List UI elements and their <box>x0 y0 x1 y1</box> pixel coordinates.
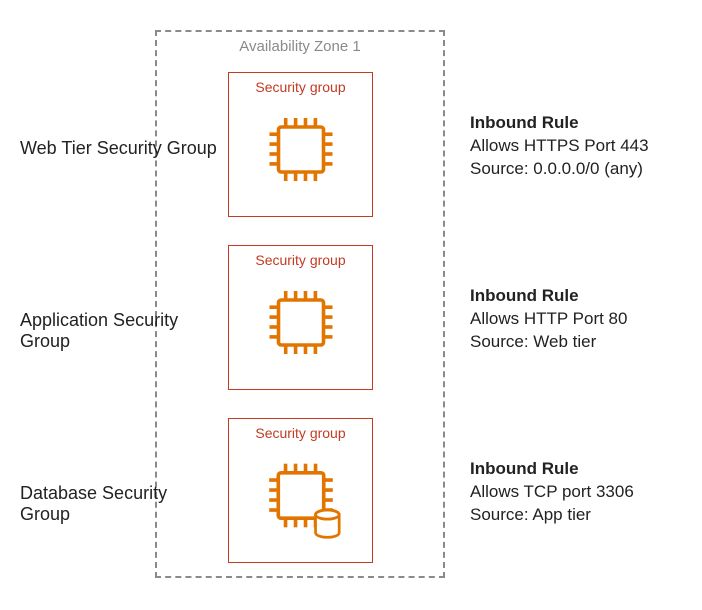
rule-allows: Allows HTTPS Port 443 <box>470 135 690 158</box>
rule-source: Source: Web tier <box>470 331 690 354</box>
tier-label-app: Application Security Group <box>20 310 220 352</box>
rule-source: Source: App tier <box>470 504 690 527</box>
inbound-rule-db: Inbound Rule Allows TCP port 3306 Source… <box>470 458 690 527</box>
availability-zone-label: Availability Zone 1 <box>157 38 443 55</box>
tier-label-db: Database Security Group <box>20 483 220 525</box>
security-group-box-db: Security group <box>228 418 373 563</box>
diagram-root: Availability Zone 1 Web Tier Security Gr… <box>0 0 702 610</box>
security-group-caption: Security group <box>229 79 372 95</box>
cpu-chip-icon <box>256 277 346 372</box>
security-group-box-web: Security group <box>228 72 373 217</box>
tier-label-web: Web Tier Security Group <box>20 138 220 159</box>
rule-heading: Inbound Rule <box>470 458 690 481</box>
rule-heading: Inbound Rule <box>470 285 690 308</box>
rule-allows: Allows TCP port 3306 <box>470 481 690 504</box>
inbound-rule-app: Inbound Rule Allows HTTP Port 80 Source:… <box>470 285 690 354</box>
security-group-caption: Security group <box>229 252 372 268</box>
rule-allows: Allows HTTP Port 80 <box>470 308 690 331</box>
inbound-rule-web: Inbound Rule Allows HTTPS Port 443 Sourc… <box>470 112 690 181</box>
security-group-caption: Security group <box>229 425 372 441</box>
database-icon <box>315 510 339 537</box>
cpu-chip-icon <box>256 104 346 199</box>
security-group-box-app: Security group <box>228 245 373 390</box>
cpu-chip-with-db-icon <box>251 445 351 550</box>
rule-heading: Inbound Rule <box>470 112 690 135</box>
rule-source: Source: 0.0.0.0/0 (any) <box>470 158 690 181</box>
